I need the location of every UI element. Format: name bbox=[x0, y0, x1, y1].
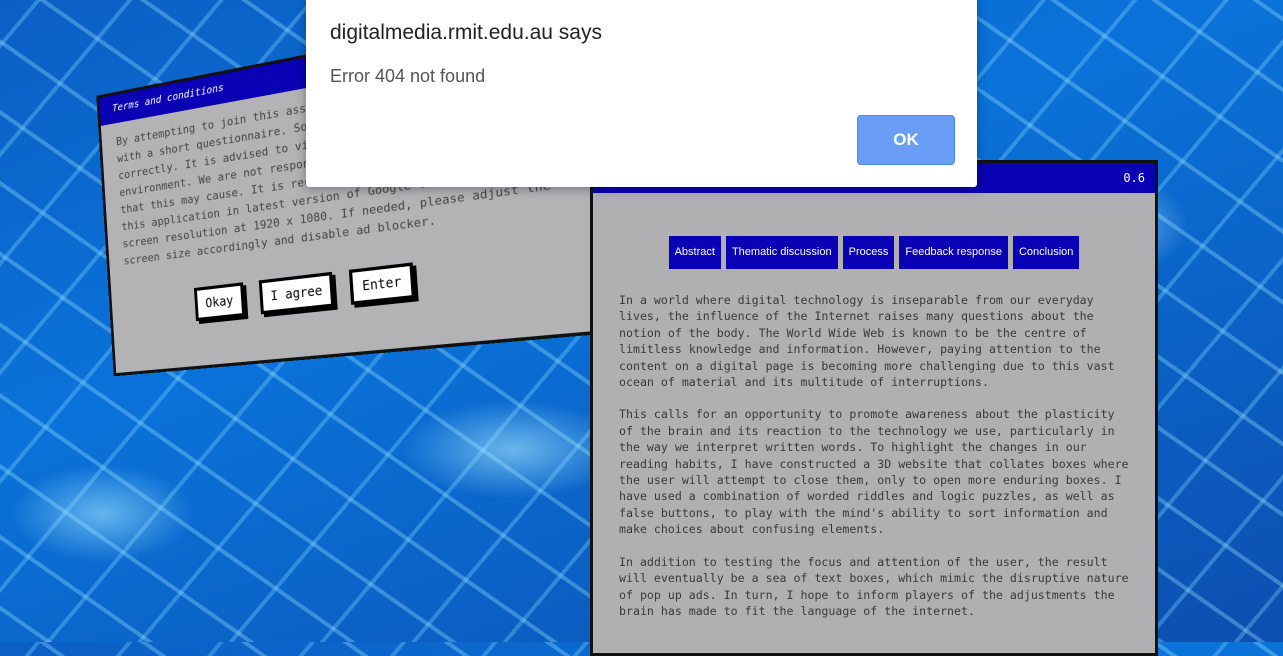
alert-message: Error 404 not found bbox=[330, 66, 486, 86]
paragraph: This calls for an opportunity to promote… bbox=[619, 407, 1129, 537]
alert-dialog: digitalmedia.rmit.edu.au says Error 404 … bbox=[306, 0, 977, 187]
ok-button[interactable]: OK bbox=[857, 115, 955, 165]
section-nav: Abstract Thematic discussion Process Fee… bbox=[593, 236, 1155, 269]
abstract-content: In a world where digital technology is i… bbox=[619, 292, 1129, 619]
nav-feedback-response-button[interactable]: Feedback response bbox=[899, 236, 1008, 269]
nav-conclusion-button[interactable]: Conclusion bbox=[1012, 236, 1080, 269]
alert-title: digitalmedia.rmit.edu.au says bbox=[330, 21, 602, 44]
i-agree-button[interactable]: I agree bbox=[258, 271, 335, 315]
nav-thematic-discussion-button[interactable]: Thematic discussion bbox=[725, 236, 838, 269]
okay-button[interactable]: Okay bbox=[193, 282, 246, 322]
nav-abstract-button[interactable]: Abstract bbox=[668, 236, 721, 269]
nav-process-button[interactable]: Process bbox=[842, 236, 895, 269]
enter-button[interactable]: Enter bbox=[349, 262, 415, 305]
main-window: 0.6 Abstract Thematic discussion Process… bbox=[590, 160, 1158, 656]
terms-button-row: Okay I agree Enter bbox=[193, 262, 415, 322]
paragraph: In a world where digital technology is i… bbox=[619, 293, 1115, 390]
paragraph: In addition to testing the focus and att… bbox=[619, 554, 1129, 618]
